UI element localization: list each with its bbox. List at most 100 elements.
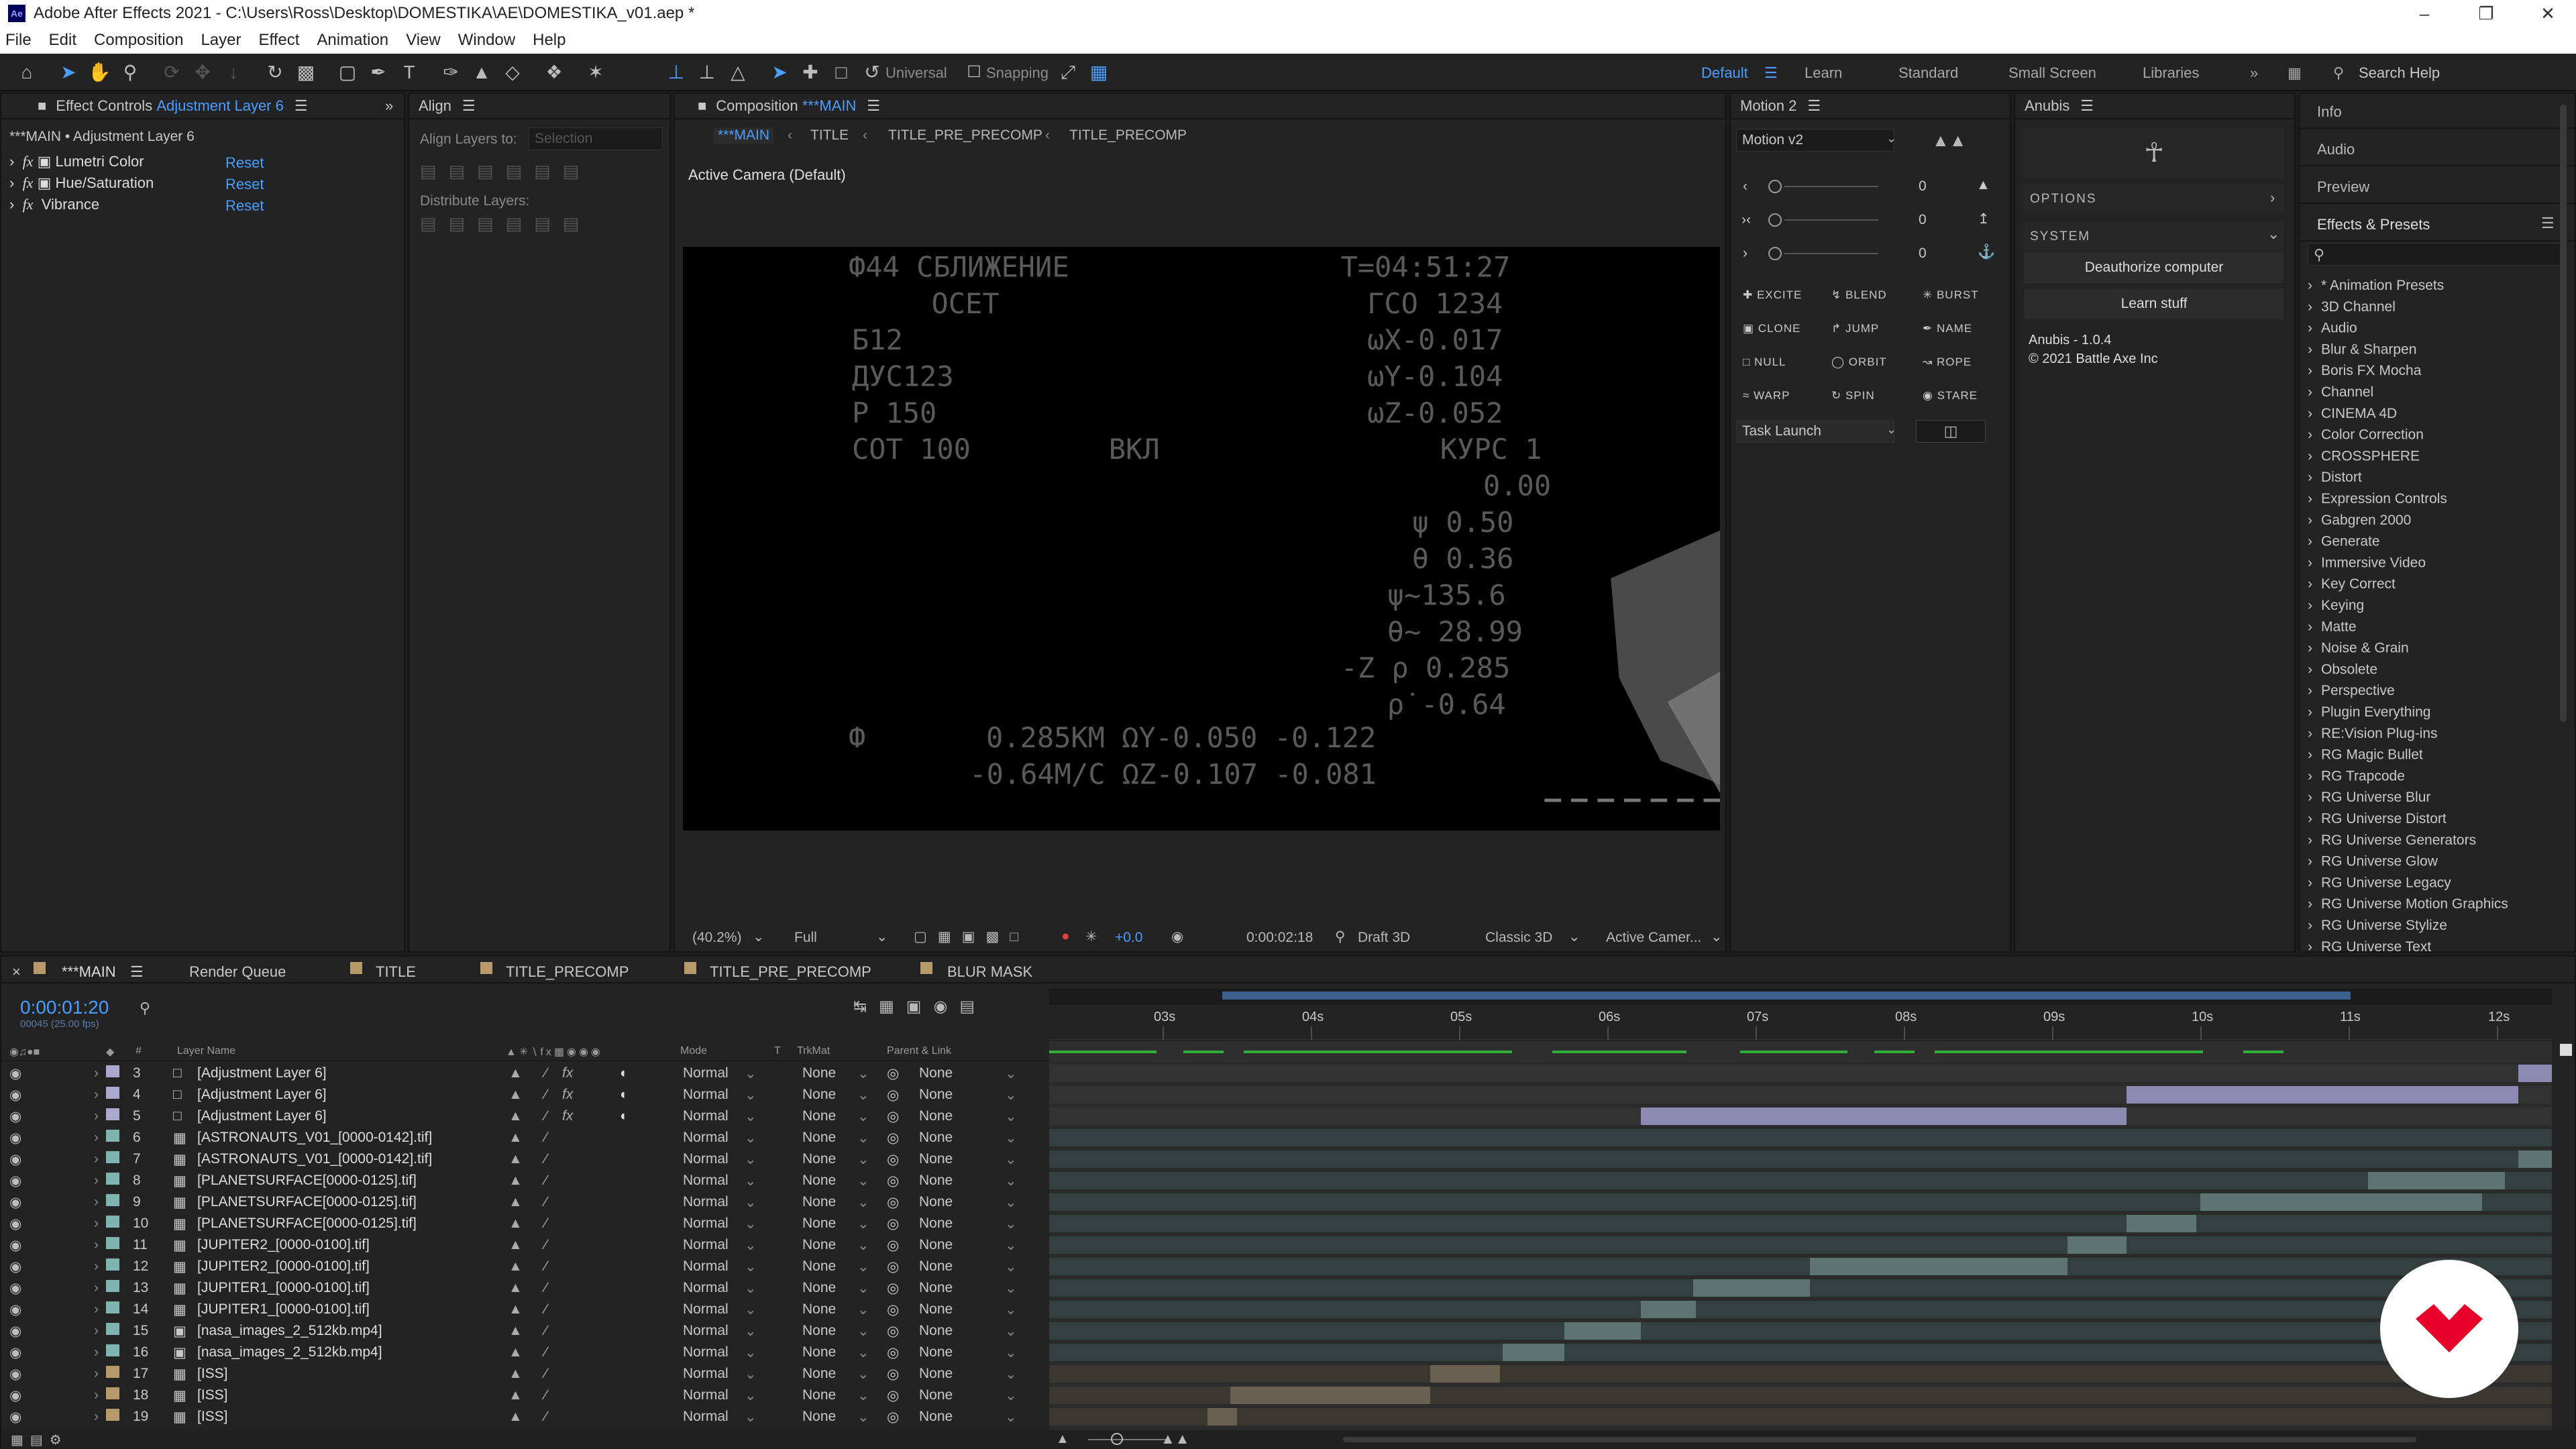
mode-select[interactable]: Normal <box>683 1173 729 1189</box>
workspace-panel-icon[interactable]: ▦ <box>2288 64 2302 82</box>
parent-select[interactable]: None <box>919 1301 953 1318</box>
parent-select[interactable]: None <box>919 1237 953 1253</box>
parent-select[interactable]: None <box>919 1387 953 1403</box>
layer-name[interactable]: [JUPITER2_[0000-0100].tif] <box>197 1237 370 1253</box>
chevron-down-icon[interactable]: ⌄ <box>1005 1087 1017 1104</box>
layer-row[interactable]: ◉ › 4 □ [Adjustment Layer 6] ▲ ∕ fx ◐ Normal ⌄ None… <box>1 1084 1048 1106</box>
scale-tool-icon[interactable]: □ <box>829 60 853 85</box>
chevron-right-icon[interactable]: › <box>94 1366 99 1382</box>
effects-category[interactable]: RG Universe Motion Graphics <box>2321 896 2508 912</box>
eye-icon[interactable]: ◉ <box>9 1130 21 1146</box>
chevron-down-icon[interactable]: ⌄ <box>745 1387 757 1404</box>
label-color-swatch[interactable] <box>106 1409 119 1421</box>
chevron-down-icon[interactable]: ⌄ <box>745 1258 757 1275</box>
chevron-down-icon[interactable]: ⌄ <box>1005 1130 1017 1146</box>
playhead-icon[interactable] <box>2560 1044 2572 1056</box>
label-color-swatch[interactable] <box>106 1194 119 1206</box>
effects-category[interactable]: RE:Vision Plug-ins <box>2321 726 2438 741</box>
pan-behind-icon[interactable]: ▩ <box>294 60 318 85</box>
chevron-down-icon[interactable]: ⌄ <box>1005 1216 1017 1232</box>
panel-menu-icon[interactable]: ☰ <box>867 97 880 115</box>
eye-icon[interactable]: ◉ <box>9 1344 21 1361</box>
zoom-slider[interactable] <box>1088 1439 1169 1440</box>
tab-title[interactable]: TITLE <box>376 963 416 981</box>
chevron-down-icon[interactable]: ⌄ <box>1886 423 1896 437</box>
layer-row[interactable]: ◉ › 9 ▦ [PLANETSURFACE[0000-0125].tif] ▲ ∕ Norm… <box>1 1191 1048 1213</box>
effects-category[interactable]: RG Universe Text <box>2321 939 2431 953</box>
col-layer-name[interactable]: Layer Name <box>177 1045 235 1057</box>
eye-icon[interactable]: ◉ <box>9 1258 21 1275</box>
layer-row[interactable]: ◉ › 10 ▦ [PLANETSURFACE[0000-0125].tif] ▲ ∕ Nor… <box>1 1213 1048 1234</box>
shy-icon[interactable]: ▲ <box>508 1216 523 1232</box>
mountain-icon[interactable]: ▲▲ <box>1932 130 1966 151</box>
quality-icon[interactable]: ∕ <box>545 1194 547 1210</box>
eraser-tool-icon[interactable]: ◇ <box>500 60 525 85</box>
layer-name[interactable]: [nasa_images_2_512kb.mp4] <box>197 1323 382 1339</box>
pickwhip-icon[interactable]: ◎ <box>887 1323 899 1340</box>
effect-lumetri[interactable]: › fx ▣ Lumetri Color <box>9 152 144 172</box>
chevron-down-icon[interactable]: ⌄ <box>1005 1323 1017 1340</box>
layer-name[interactable]: [ASTRONAUTS_V01_[0000-0142].tif] <box>197 1151 432 1167</box>
chevron-right-icon[interactable]: › <box>9 153 14 170</box>
layer-bar[interactable] <box>1503 1344 1564 1361</box>
chevron-right-icon[interactable]: › <box>2308 513 2312 528</box>
mode-select[interactable]: Normal <box>683 1194 729 1210</box>
layer-row[interactable]: ◉ › 8 ▦ [PLANETSURFACE[0000-0125].tif] ▲ ∕ Norm… <box>1 1170 1048 1191</box>
chevron-down-icon[interactable]: ⌄ <box>857 1258 869 1275</box>
chevron-right-icon[interactable]: › <box>2308 278 2312 293</box>
chevron-down-icon[interactable]: ⌄ <box>857 1087 869 1104</box>
panel-menu-icon[interactable]: ☰ <box>2080 97 2094 115</box>
quality-icon[interactable]: ∕ <box>545 1301 547 1318</box>
layer-name[interactable]: [PLANETSURFACE[0000-0125].tif] <box>197 1173 417 1189</box>
chevron-down-icon[interactable]: ⌄ <box>1005 1344 1017 1361</box>
link-icon[interactable]: ↥ <box>1978 211 1990 227</box>
effects-category[interactable]: Color Correction <box>2321 427 2424 443</box>
chevron-right-icon[interactable]: › <box>94 1173 99 1189</box>
slider-track[interactable] <box>1784 186 1878 187</box>
mode-select[interactable]: Normal <box>683 1409 729 1425</box>
parent-select[interactable]: None <box>919 1344 953 1360</box>
chevron-down-icon[interactable]: ⌄ <box>745 1065 757 1082</box>
label-color-swatch[interactable] <box>106 1323 119 1335</box>
quality-icon[interactable]: ∕ <box>545 1280 547 1296</box>
shy-icon[interactable]: ▲ <box>508 1151 523 1167</box>
pickwhip-icon[interactable]: ◎ <box>887 1130 899 1146</box>
chevron-right-icon[interactable]: › <box>2308 939 2312 953</box>
breadcrumb-title[interactable]: TITLE <box>810 127 849 144</box>
view-axis-icon[interactable]: △ <box>726 60 750 85</box>
label-color-swatch[interactable] <box>106 1130 119 1142</box>
trkmat-select[interactable]: None <box>802 1344 836 1360</box>
chevron-down-icon[interactable]: ⌄ <box>1005 1065 1017 1082</box>
home-icon[interactable]: ⌂ <box>15 60 39 85</box>
layer-bar[interactable] <box>1641 1301 1696 1318</box>
trkmat-select[interactable]: None <box>802 1409 836 1425</box>
shy-icon[interactable]: ▲ <box>508 1280 523 1296</box>
parent-select[interactable]: None <box>919 1194 953 1210</box>
trkmat-select[interactable]: None <box>802 1216 836 1232</box>
effects-category[interactable]: Channel <box>2321 384 2373 400</box>
trkmat-select[interactable]: None <box>802 1387 836 1403</box>
chevron-down-icon[interactable]: ⌄ <box>1886 131 1896 146</box>
slider-knob[interactable] <box>1768 213 1782 227</box>
quality-icon[interactable]: ∕ <box>545 1130 547 1146</box>
resolution-select[interactable]: Full <box>794 930 817 946</box>
quality-icon[interactable]: ∕ <box>545 1366 547 1382</box>
effects-category[interactable]: RG Universe Distort <box>2321 811 2447 826</box>
effects-category[interactable]: Blur & Sharpen <box>2321 341 2416 357</box>
layer-row[interactable]: ◉ › 12 ▦ [JUPITER2_[0000-0100].tif] ▲ ∕ Normal ⌄… <box>1 1256 1048 1277</box>
chevron-right-icon[interactable]: › <box>2308 661 2312 677</box>
label-color-swatch[interactable] <box>106 1151 119 1163</box>
pickwhip-icon[interactable]: ◎ <box>887 1366 899 1383</box>
mode-select[interactable]: Normal <box>683 1087 729 1103</box>
label-color-swatch[interactable] <box>106 1216 119 1228</box>
layer-row[interactable]: ◉ › 6 ▦ [ASTRONAUTS_V01_[0000-0142].tif] ▲ ∕ No… <box>1 1127 1048 1148</box>
pickwhip-icon[interactable]: ◎ <box>887 1216 899 1232</box>
parent-select[interactable]: None <box>919 1258 953 1275</box>
chevron-right-icon[interactable]: › <box>2308 491 2312 506</box>
shy-icon[interactable]: ▲ <box>508 1237 523 1253</box>
chevron-down-icon[interactable]: ⌄ <box>745 1087 757 1104</box>
chevron-right-icon[interactable]: › <box>2308 598 2312 613</box>
warp-button[interactable]: ≈ WARP <box>1743 389 1790 402</box>
tab-main[interactable]: ***MAIN <box>62 963 116 981</box>
chevron-down-icon[interactable]: ⌄ <box>1005 1258 1017 1275</box>
